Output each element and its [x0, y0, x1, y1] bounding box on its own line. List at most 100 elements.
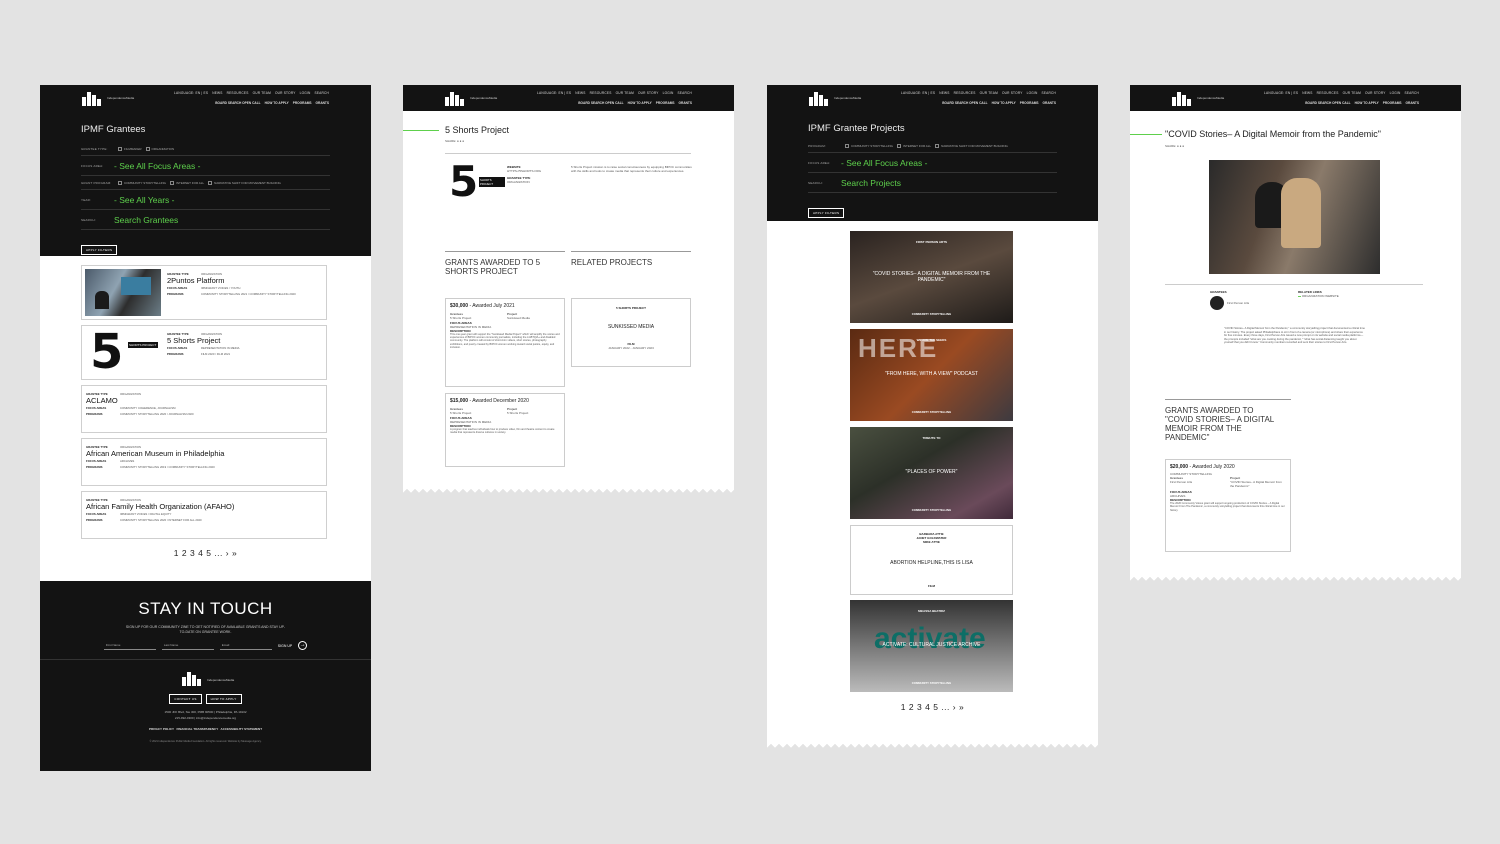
nav-programs[interactable]: PROGRAMS [293, 101, 312, 105]
site-logo[interactable] [809, 92, 831, 106]
main-nav: BOARD SEARCH OPEN CALL HOW TO APPLY PROGRA… [578, 101, 692, 105]
nav-resources[interactable]: RESOURCES [227, 91, 249, 95]
project-hero-image [1209, 160, 1380, 274]
grantee-name[interactable]: 2Puntos Platform [167, 276, 296, 285]
financial-transparency-link[interactable]: FINANCIAL TRANSPARENCY [176, 727, 218, 731]
page-2-link[interactable]: 2 [182, 548, 187, 558]
focus-area-filter: FOCUS AREA: - See All Focus Areas - [808, 153, 1057, 173]
page-1-link[interactable]: 1 [174, 548, 179, 558]
nav-news[interactable]: NEWS [212, 91, 222, 95]
grantee-card[interactable]: GRANTEE TYPE ORGANIZATION African America… [81, 438, 327, 486]
last-page-icon[interactable]: » [232, 548, 237, 558]
first-name-input[interactable]: First Name [103, 641, 156, 650]
last-page-icon[interactable]: » [959, 702, 964, 712]
sign-up-button[interactable]: SIGN UP [278, 644, 292, 648]
site-logo[interactable] [82, 92, 104, 106]
focus-area-filter: FOCUS AREA: - See All Focus Areas - [81, 156, 330, 176]
organization-website-link[interactable]: ORGANIZATION WEBSITE [1302, 294, 1339, 298]
apply-filters-button[interactable]: APPLY FILTERS [81, 245, 118, 255]
grantee-name[interactable]: African Family Health Organization (AFAH… [86, 502, 322, 511]
related-project-card[interactable]: 5 SHORTS PROJECT SUNKISSED MEDIA FILM JA… [571, 298, 691, 367]
focus-area-select[interactable]: - See All Focus Areas - [114, 161, 200, 171]
search-filter: SEARCH: Search Grantees [81, 210, 330, 230]
next-page-icon[interactable]: › [953, 702, 956, 712]
page-title: IPMF Grantees [81, 124, 146, 135]
accent-line [403, 130, 439, 131]
next-page-icon[interactable]: › [226, 548, 229, 558]
top-nav: LANGUAGE: EN | ES NEWS RESOURCES OUR TEAM OU… [537, 91, 692, 95]
page-2-link[interactable]: 2 [909, 702, 914, 712]
pagination: 1 2 3 4 5 ... › » [173, 548, 238, 558]
grantee-card[interactable]: GRANTEE TYPE ORGANIZATION 2Puntos Platfor… [81, 265, 327, 320]
nav-search[interactable]: SEARCH [315, 91, 329, 95]
nav-grants[interactable]: GRANTS [316, 101, 329, 105]
accent-line [1130, 134, 1162, 135]
contact-us-button[interactable]: CONTACT US [169, 694, 202, 704]
grantee-card[interactable]: GRANTEE TYPE ORGANIZATION African Family … [81, 491, 327, 539]
site-header: IndependenceMedia LANGUAGE: EN | ES NEWS R… [40, 85, 371, 256]
narrative-shift-checkbox[interactable] [935, 143, 940, 148]
grants-heading: GRANTS AWARDED TO 5 SHORTS PROJECT [445, 258, 541, 276]
project-tile[interactable]: TRIBUTE TO "PLACES OF POWER" COMMUNITY S… [850, 427, 1013, 519]
search-grantees-input[interactable]: Search Grantees [114, 215, 178, 225]
grantee-name[interactable]: ACLAMO [86, 396, 322, 405]
page-5-link[interactable]: 5 [206, 548, 211, 558]
torn-edge [403, 487, 734, 495]
filmmaker-checkbox[interactable] [118, 146, 122, 151]
nav-our-story[interactable]: OUR STORY [275, 91, 296, 95]
organization-checkbox[interactable] [145, 146, 150, 151]
page-5-link[interactable]: 5 [933, 702, 938, 712]
grantee-avatar[interactable] [1210, 296, 1224, 310]
project-tile[interactable]: activate MELISSA BEATRIZ ACTIVATE: CULTU… [850, 600, 1013, 692]
nav-board-search[interactable]: BOARD SEARCH OPEN CALL [215, 101, 260, 105]
page-4-link[interactable]: 4 [925, 702, 930, 712]
community-storytelling-checkbox[interactable] [118, 180, 122, 185]
project-description: "COVID Stories– A Digital Memoir from th… [1224, 327, 1365, 345]
page-title: "COVID Stories– A Digital Memoir from th… [1165, 129, 1381, 139]
nav-how-to-apply[interactable]: HOW TO APPLY [265, 101, 289, 105]
accessibility-link[interactable]: ACCESSIBILITY STATEMENT [221, 727, 263, 731]
project-tile[interactable]: FIRST PERSON ARTS "COVID STORIES– A DIGI… [850, 231, 1013, 323]
apply-filters-button[interactable]: APPLY FILTERS [808, 208, 845, 218]
grantee-link[interactable]: First Person Arts [1227, 301, 1249, 305]
site-logo[interactable] [445, 92, 467, 106]
grantee-card[interactable]: 5 SHORTS PROJECT GRANTEE TYPE ORGANIZATIO… [81, 324, 327, 380]
share-icons[interactable]: ● ● ● [1177, 144, 1184, 148]
project-tile[interactable]: BARBARA ATTIE JANET GOLDWATER MIKE ATTIE… [850, 525, 1013, 595]
website-link[interactable]: HTTPS://5SHORTS.ORG [507, 169, 541, 173]
internet-for-all-checkbox[interactable] [897, 143, 902, 148]
arrow-right-icon[interactable]: → [298, 641, 308, 650]
five-shorts-logo: 5 SHORTS PROJECT [90, 324, 158, 380]
grantee-logo: 5 SHORTS PROJECT [449, 157, 509, 206]
year-select[interactable]: - See All Years - [114, 195, 174, 205]
privacy-policy-link[interactable]: PRIVACY POLICY [149, 727, 174, 731]
how-to-apply-button[interactable]: HOW TO APPLY [205, 694, 242, 704]
share-icons[interactable]: ● ● ● [457, 139, 464, 143]
page-4-link[interactable]: 4 [198, 548, 203, 558]
page-1-link[interactable]: 1 [901, 702, 906, 712]
last-name-input[interactable]: Last Name [161, 641, 214, 650]
search-projects-input[interactable]: Search Projects [841, 178, 901, 188]
torn-edge [1130, 575, 1461, 583]
grantee-name[interactable]: African American Museum in Philadelphia [86, 449, 322, 458]
grantee-projects-page: IndependenceMedia LANGUAGE: EN | ES NEWS R… [767, 85, 1098, 742]
site-logo[interactable] [1172, 92, 1194, 106]
newsletter-heading: STAY IN TOUCH [138, 599, 273, 618]
email-input[interactable]: Email [219, 641, 272, 650]
narrative-shift-checkbox[interactable] [208, 180, 213, 185]
focus-area-select[interactable]: - See All Focus Areas - [841, 158, 927, 168]
grantee-name[interactable]: 5 Shorts Project [167, 336, 239, 345]
nav-language[interactable]: LANGUAGE: EN | ES [174, 91, 208, 95]
community-storytelling-checkbox[interactable] [845, 143, 849, 148]
nav-our-team[interactable]: OUR TEAM [253, 91, 271, 95]
project-detail-page: IndependenceMedia LANGUAGE: EN | ES NEWS R… [1130, 85, 1461, 575]
internet-for-all-checkbox[interactable] [170, 180, 175, 185]
project-tile[interactable]: HERE WE ARE THE SEEDS "FROM HERE, WITH A… [850, 329, 1013, 421]
program-filter: PROGRAM: COMMUNITY STORYTELLING INTERNET… [808, 139, 1057, 153]
page-3-link[interactable]: 3 [917, 702, 922, 712]
nav-login[interactable]: LOGIN [300, 91, 311, 95]
page-3-link[interactable]: 3 [190, 548, 195, 558]
footer-logo[interactable] [182, 672, 204, 686]
grantee-card[interactable]: GRANTEE TYPE ORGANIZATION ACLAMO FOCUS AR… [81, 385, 327, 433]
grants-heading: GRANTS AWARDED TO "COVID STORIES– A DIGI… [1165, 406, 1274, 442]
